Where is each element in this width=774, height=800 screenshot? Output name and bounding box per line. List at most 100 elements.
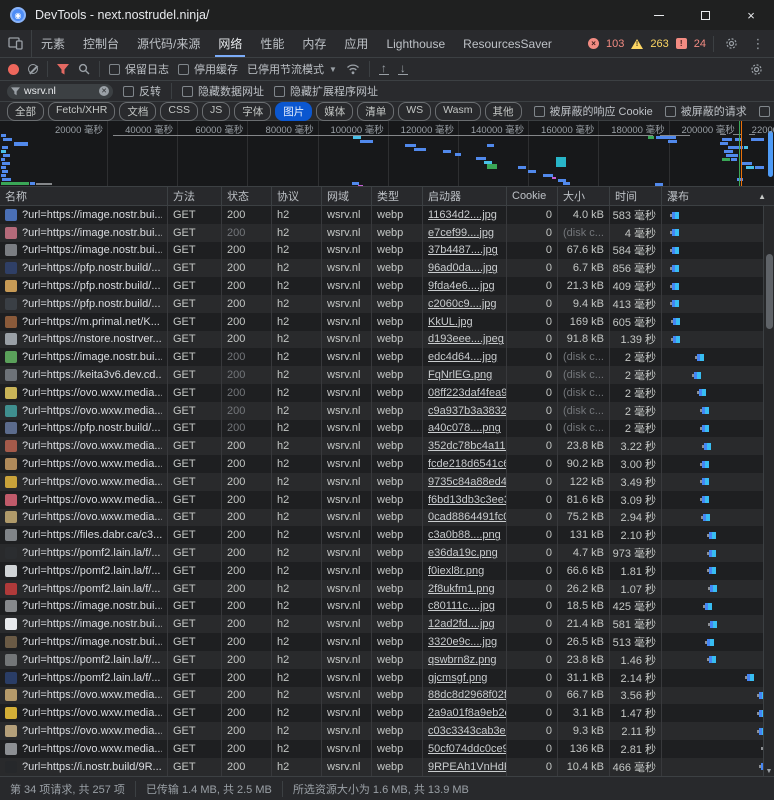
initiator-link[interactable]: c9a937b3a3832d (428, 405, 507, 417)
maximize-button[interactable] (682, 0, 728, 30)
kebab-menu-icon[interactable]: ⋮ (748, 34, 768, 54)
device-toolbar-button[interactable] (0, 30, 32, 57)
table-row[interactable]: ?url=https://ovo.wxw.media...GET200h2wsr… (0, 473, 774, 491)
hide-extension-urls-checkbox[interactable]: 隐藏扩展程序网址 (274, 83, 378, 99)
table-row[interactable]: ?url=https://ovo.wxw.media...GET200h2wsr… (0, 491, 774, 509)
table-row[interactable]: ?url=https://image.nostr.bui...GET200h2w… (0, 598, 774, 616)
initiator-link[interactable]: FqNrlEG.png (428, 369, 492, 381)
initiator-link[interactable]: 9RPEAh1VnHdP (428, 761, 507, 773)
export-har-icon[interactable]: ↓ (398, 63, 408, 76)
tab-Lighthouse[interactable]: Lighthouse (377, 30, 454, 57)
disable-cache-checkbox[interactable]: 停用缓存 (178, 61, 238, 77)
throttling-select[interactable]: 已停用节流模式 ▼ (247, 61, 337, 77)
initiator-link[interactable]: c2060c9....jpg (428, 298, 497, 310)
table-row[interactable]: ?url=https://ovo.wxw.media...GET200h2wsr… (0, 704, 774, 722)
initiator-link[interactable]: 88dc8d2968f02f (428, 689, 507, 701)
column-header-method[interactable]: 方法 (168, 187, 222, 205)
initiator-link[interactable]: qswbrn8z.png (428, 654, 497, 666)
clear-button[interactable] (28, 64, 38, 74)
initiator-link[interactable]: 9735c84a88ed48 (428, 476, 507, 488)
table-row[interactable]: ?url=https://ovo.wxw.media...GET200h2wsr… (0, 455, 774, 473)
column-header-initiator[interactable]: 启动器 (423, 187, 507, 205)
table-row[interactable]: ?url=https://image.nostr.bui...GET200h2w… (0, 206, 774, 224)
tab-内存[interactable]: 内存 (293, 30, 335, 57)
table-row[interactable]: ?url=https://pfp.nostr.build/...GET200h2… (0, 420, 774, 438)
table-row[interactable]: ?url=https://ovo.wxw.media...GET200h2wsr… (0, 722, 774, 740)
table-row[interactable]: ?url=https://keita3v6.dev.cd...GET200h2w… (0, 366, 774, 384)
initiator-link[interactable]: c03c3343cab3ee (428, 725, 507, 737)
column-header-waterfall[interactable]: 瀑布▲ (662, 187, 774, 205)
chip-媒体[interactable]: 媒体 (316, 102, 353, 121)
initiator-link[interactable]: c80111c....jpg (428, 600, 495, 612)
table-row[interactable]: ?url=https://pomf2.lain.la/f/...GET200h2… (0, 562, 774, 580)
column-header-cookie[interactable]: Cookie (507, 187, 558, 205)
column-header-name[interactable]: 名称 (0, 187, 168, 205)
table-row[interactable]: ?url=https://pomf2.lain.la/f/...GET200h2… (0, 544, 774, 562)
clear-filter-icon[interactable]: ✕ (99, 86, 109, 96)
table-row[interactable]: ?url=https://image.nostr.bui...GET200h2w… (0, 242, 774, 260)
table-row[interactable]: ?url=https://ovo.wxw.media...GET200h2wsr… (0, 687, 774, 705)
scrollbar-down-arrow[interactable]: ▼ (764, 768, 774, 775)
initiator-link[interactable]: 2a9a01f8a9eb2c (428, 707, 507, 719)
tab-ResourcesSaver[interactable]: ResourcesSaver (454, 30, 561, 57)
table-row[interactable]: ?url=https://pfp.nostr.build/...GET200h2… (0, 259, 774, 277)
column-header-protocol[interactable]: 协议 (272, 187, 322, 205)
table-row[interactable]: ?url=https://pfp.nostr.build/...GET200h2… (0, 295, 774, 313)
tab-元素[interactable]: 元素 (32, 30, 74, 57)
third-party-checkbox[interactable]: 第三方请求 (759, 103, 774, 119)
tab-性能[interactable]: 性能 (251, 30, 293, 57)
chip-JS[interactable]: JS (202, 102, 230, 121)
minimize-button[interactable] (636, 0, 682, 30)
console-errors-icon[interactable]: × (588, 38, 599, 49)
settings-gear-icon[interactable] (721, 34, 741, 54)
initiator-link[interactable]: c3a0b88....png (428, 529, 501, 541)
initiator-link[interactable]: 50cf074ddc0ce9 (428, 743, 507, 755)
filter-toggle-icon[interactable] (57, 64, 69, 75)
initiator-link[interactable]: 352dc78bc4a11e (428, 440, 507, 452)
blocked-requests-checkbox[interactable]: 被屏蔽的请求 (665, 103, 747, 119)
initiator-link[interactable]: 2f8ukfm1.png (428, 583, 495, 595)
table-row[interactable]: ?url=https://pomf2.lain.la/f/...GET200h2… (0, 651, 774, 669)
chip-全部[interactable]: 全部 (7, 102, 44, 121)
chip-文档[interactable]: 文档 (119, 102, 156, 121)
table-row[interactable]: ?url=https://i.nostr.build/9R...GET200h2… (0, 758, 774, 776)
initiator-link[interactable]: gjcmsgf.png (428, 672, 487, 684)
import-har-icon[interactable]: ↑ (379, 63, 389, 76)
table-row[interactable]: ?url=https://image.nostr.bui...GET200h2w… (0, 224, 774, 242)
initiator-link[interactable]: 0cad8864491fc0 (428, 511, 507, 523)
table-row[interactable]: ?url=https://ovo.wxw.media...GET200h2wsr… (0, 740, 774, 758)
column-header-size[interactable]: 大小 (558, 187, 610, 205)
chip-图片[interactable]: 图片 (275, 102, 312, 121)
network-overview-timeline[interactable]: 20000 毫秒40000 毫秒60000 毫秒80000 毫秒100000 毫… (0, 121, 774, 187)
initiator-link[interactable]: a40c078....png (428, 422, 501, 434)
initiator-link[interactable]: f0iexl8r.png (428, 565, 484, 577)
issues-count[interactable]: 24 (694, 38, 706, 50)
table-row[interactable]: ?url=https://pomf2.lain.la/f/...GET200h2… (0, 669, 774, 687)
column-header-type[interactable]: 类型 (372, 187, 423, 205)
blocked-cookies-checkbox[interactable]: 被屏蔽的响应 Cookie (534, 103, 653, 119)
vertical-scrollbar[interactable]: ▼ (763, 206, 774, 776)
table-row[interactable]: ?url=https://pomf2.lain.la/f/...GET200h2… (0, 580, 774, 598)
console-errors-count[interactable]: 103 (606, 38, 624, 50)
tab-源代码/来源[interactable]: 源代码/来源 (128, 30, 209, 57)
initiator-link[interactable]: 96ad0da....jpg (428, 262, 498, 274)
search-icon[interactable] (78, 63, 90, 75)
table-row[interactable]: ?url=https://ovo.wxw.media...GET200h2wsr… (0, 509, 774, 527)
initiator-link[interactable]: 9fda4e6....jpg (428, 280, 495, 292)
chip-字体[interactable]: 字体 (234, 102, 271, 121)
close-button[interactable]: × (728, 0, 774, 30)
hide-data-urls-checkbox[interactable]: 隐藏数据网址 (182, 83, 264, 99)
initiator-link[interactable]: fcde218d6541c6 (428, 458, 507, 470)
table-row[interactable]: ?url=https://m.primal.net/K...GET200h2ws… (0, 313, 774, 331)
initiator-link[interactable]: e36da19c.png (428, 547, 498, 559)
record-button[interactable] (8, 64, 19, 75)
initiator-link[interactable]: 3320e9c....jpg (428, 636, 497, 648)
network-settings-gear-icon[interactable] (746, 59, 766, 79)
tab-网络[interactable]: 网络 (209, 30, 251, 57)
table-row[interactable]: ?url=https://files.dabr.ca/c3...GET200h2… (0, 526, 774, 544)
table-row[interactable]: ?url=https://image.nostr.bui...GET200h2w… (0, 615, 774, 633)
issues-icon[interactable]: ! (676, 38, 687, 49)
initiator-link[interactable]: 12ad2fd....jpg (428, 618, 495, 630)
initiator-link[interactable]: KkUL.jpg (428, 316, 473, 328)
initiator-link[interactable]: 11634d2....jpg (428, 209, 497, 221)
